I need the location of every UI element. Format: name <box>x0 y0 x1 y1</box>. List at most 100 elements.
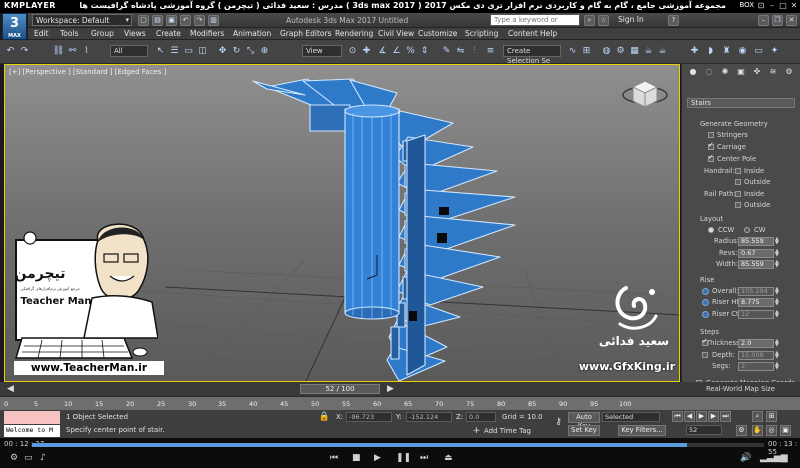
settings-icon[interactable]: ⚙ <box>10 453 18 463</box>
menu-help[interactable]: Help <box>540 29 557 38</box>
modify-tab-icon[interactable]: ◗ <box>704 45 717 58</box>
depth-spinner-arrows[interactable]: ▲ ▼ <box>775 351 780 360</box>
riser-ct-spinner[interactable]: 12 <box>738 310 774 319</box>
pivot-center-icon[interactable]: ⊙ <box>346 45 359 58</box>
revs-spinner[interactable]: 0.67 <box>738 249 774 258</box>
menu-content[interactable]: Content <box>508 29 538 38</box>
maxscript-listener-mini[interactable] <box>4 411 60 424</box>
next-frame-icon[interactable]: ▶ <box>708 411 719 422</box>
undo-icon[interactable]: ↶ <box>180 15 191 26</box>
segs-spinner-arrows[interactable]: ▲ ▼ <box>775 362 780 371</box>
snaps-toggle-icon[interactable]: ∡ <box>376 45 389 58</box>
workspace-dropdown[interactable]: Workspace: Default ▾ <box>32 14 132 26</box>
cw-radio[interactable] <box>744 227 750 233</box>
overall-spinner[interactable]: 105.294 <box>738 287 774 296</box>
segs-spinner[interactable]: 2 <box>738 362 774 371</box>
zoom-extents-icon[interactable]: ⊞ <box>766 411 777 422</box>
placement-icon[interactable]: ⊕ <box>258 45 271 58</box>
depth-checkbox[interactable] <box>702 352 708 358</box>
pin-icon[interactable]: ⊡ <box>756 1 766 11</box>
close-icon[interactable]: ✕ <box>789 1 799 11</box>
render-production-icon[interactable]: ☕ <box>642 45 655 58</box>
star-icon[interactable]: ☆ <box>598 15 609 26</box>
selection-filter-dropdown[interactable]: All <box>110 45 148 57</box>
radius-spinner-arrows[interactable]: ▲ ▼ <box>775 237 780 246</box>
window-crossing-icon[interactable]: ◫ <box>196 45 209 58</box>
schematic-view-icon[interactable]: ⊞ <box>580 45 593 58</box>
material-editor-icon[interactable]: ◍ <box>600 45 613 58</box>
play-icon[interactable]: ▶ <box>696 411 707 422</box>
thickness-spinner-arrows[interactable]: ▲ ▼ <box>775 339 780 348</box>
named-selection-set-dropdown[interactable]: Create Selection Se <box>503 45 561 65</box>
search-icon[interactable]: ⌕ <box>584 15 595 26</box>
subtitle-icon[interactable]: ▭ <box>24 453 33 463</box>
geometry-icon[interactable]: ● <box>686 66 700 77</box>
spinner-snap-icon[interactable]: ⇕ <box>418 45 431 58</box>
menu-customize[interactable]: Customize <box>418 29 457 38</box>
viewcube[interactable] <box>622 80 668 108</box>
handrail-inside-checkbox[interactable] <box>735 168 741 174</box>
rectangular-selection-icon[interactable]: ▭ <box>182 45 195 58</box>
new-file-icon[interactable]: ▢ <box>138 15 149 26</box>
scale-icon[interactable]: ⤡ <box>244 45 257 58</box>
select-by-name-icon[interactable]: ☰ <box>168 45 181 58</box>
menu-graph-editors[interactable]: Graph Editors <box>280 29 332 38</box>
next-frame-icon[interactable]: ▶ <box>384 383 397 396</box>
lights-icon[interactable]: ✺ <box>718 66 732 77</box>
open-file-icon[interactable]: ▤ <box>152 15 163 26</box>
overall-spinner-arrows[interactable]: ▲ ▼ <box>775 287 780 296</box>
layer-explorer-icon[interactable]: ≡ <box>484 45 497 58</box>
maximize-viewport-icon[interactable]: ▣ <box>780 425 791 436</box>
create-tab-icon[interactable]: ✚ <box>688 45 701 58</box>
menu-rendering[interactable]: Rendering <box>335 29 373 38</box>
maxscript-input[interactable]: Welcome to M <box>4 425 60 437</box>
track-bar[interactable]: 0 5 10 15 20 25 30 35 40 45 50 55 60 65 … <box>0 396 800 410</box>
window-close-icon[interactable]: ✕ <box>786 15 797 26</box>
go-to-end-icon[interactable]: ⏭ <box>720 411 731 422</box>
volume-slider[interactable]: ▂▃▅▆ <box>760 453 788 463</box>
select-object-icon[interactable]: ↖ <box>154 45 167 58</box>
player-eject-icon[interactable]: ⏏ <box>444 453 453 463</box>
volume-icon[interactable]: 🔊 <box>740 453 751 463</box>
select-manipulate-icon[interactable]: ✚ <box>360 45 373 58</box>
menu-group[interactable]: Group <box>91 29 114 38</box>
redo-icon[interactable]: ↷ <box>194 15 205 26</box>
rendered-frame-window-icon[interactable]: ▦ <box>628 45 641 58</box>
add-time-tag-button[interactable]: Add Time Tag <box>484 427 531 435</box>
go-to-start-icon[interactable]: ⏮ <box>672 411 683 422</box>
minimize-icon[interactable]: – <box>767 1 777 11</box>
time-config-icon[interactable]: ⚙ <box>736 425 747 436</box>
display-tab-icon[interactable]: ▭ <box>752 45 765 58</box>
unlink-icon[interactable]: ⚯ <box>66 45 79 58</box>
riser-ct-lock-icon[interactable] <box>702 311 709 318</box>
pan-icon[interactable]: ✋ <box>752 425 763 436</box>
edit-named-selection-icon[interactable]: ✎ <box>440 45 453 58</box>
menu-scripting[interactable]: Scripting <box>465 29 498 38</box>
bind-space-warp-icon[interactable]: ⌇ <box>80 45 93 58</box>
shapes-icon[interactable]: ◌ <box>702 66 716 77</box>
handrail-outside-checkbox[interactable] <box>735 179 741 185</box>
time-tag-icon[interactable]: + <box>470 425 483 438</box>
save-file-icon[interactable]: ▣ <box>166 15 177 26</box>
ccw-radio[interactable] <box>708 227 714 233</box>
maximize-icon[interactable]: □ <box>778 1 788 11</box>
seek-bar[interactable] <box>32 443 764 447</box>
current-frame-field[interactable]: 52 <box>686 425 722 435</box>
max-app-button[interactable]: 3 MAX <box>2 13 27 40</box>
width-spinner-arrows[interactable]: ▲ ▼ <box>775 260 780 269</box>
rail-path-outside-checkbox[interactable] <box>735 202 741 208</box>
sign-in-link[interactable]: Sign In <box>618 15 644 24</box>
audio-icon[interactable]: ♪ <box>40 453 46 463</box>
angle-snap-icon[interactable]: ∠ <box>390 45 403 58</box>
overall-lock-icon[interactable] <box>702 288 709 295</box>
player-stop-icon[interactable]: ■ <box>352 453 361 463</box>
link-icon[interactable]: ⛓ <box>52 45 65 58</box>
lock-selection-icon[interactable]: 🔒 <box>318 411 331 424</box>
rail-path-inside-checkbox[interactable] <box>735 191 741 197</box>
space-warps-icon[interactable]: ≋ <box>766 66 780 77</box>
selected-dropdown[interactable]: Selected <box>602 412 660 422</box>
thickness-checkbox[interactable] <box>702 337 708 346</box>
riser-ht-lock-icon[interactable] <box>702 299 709 306</box>
menu-animation[interactable]: Animation <box>233 29 271 38</box>
previous-frame-icon[interactable]: ◀ <box>684 411 695 422</box>
